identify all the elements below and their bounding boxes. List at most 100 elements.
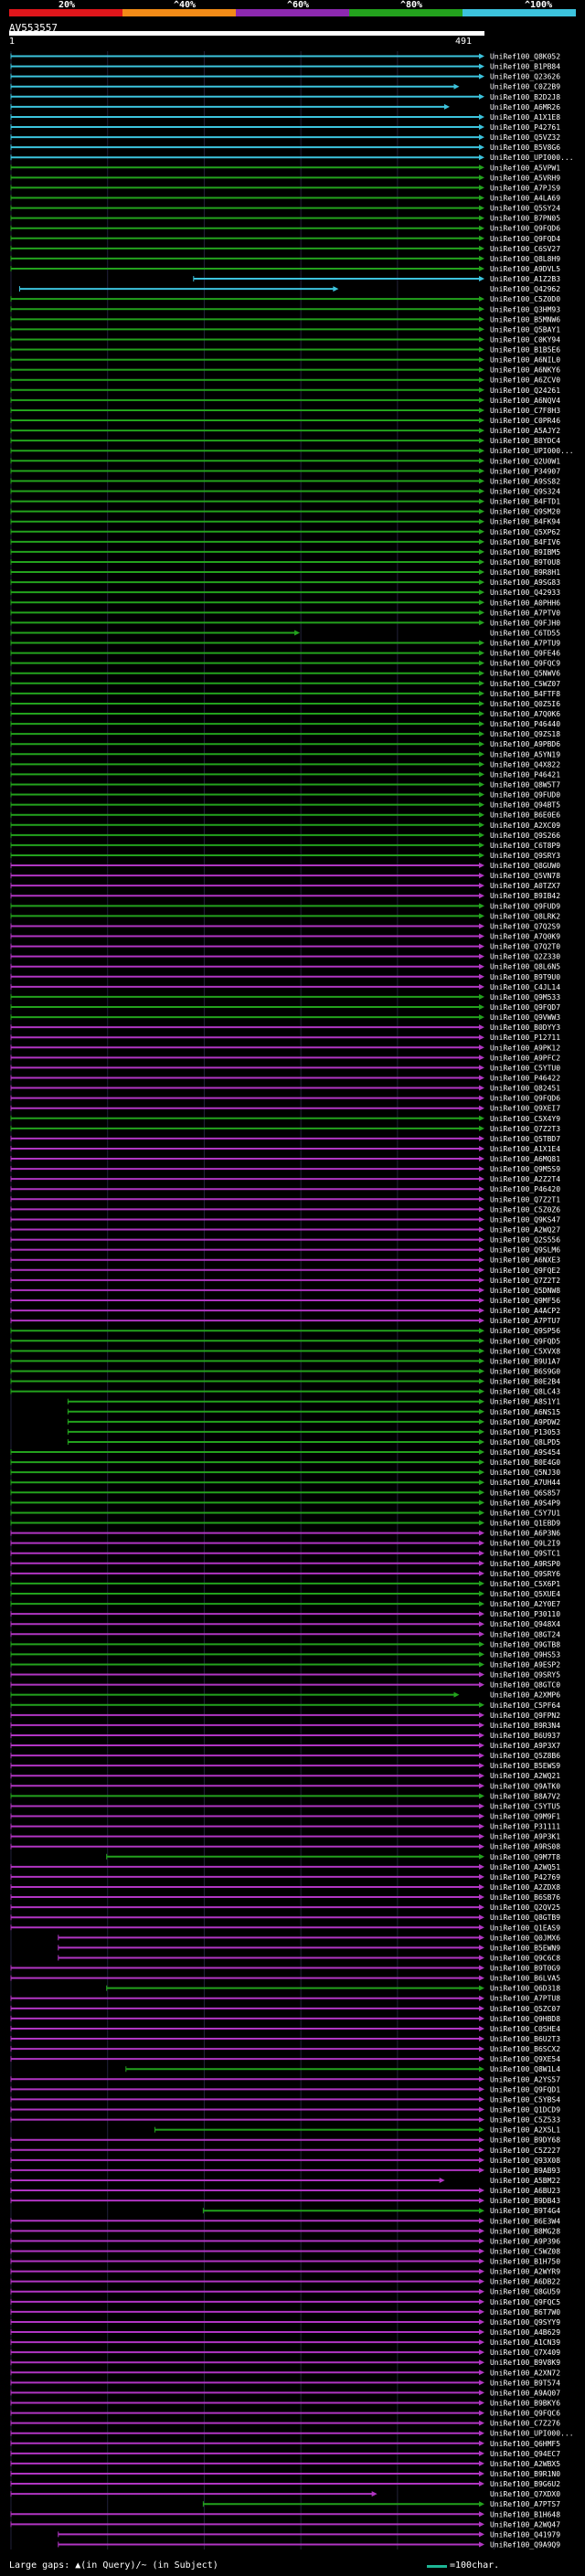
hit-row[interactable]: UniRef100_Q7Q2T0: [10, 943, 560, 951]
hit-row[interactable]: UniRef100_B9T0G9: [10, 1965, 560, 1973]
hit-id-link[interactable]: UniRef100_C5YBS4: [490, 2095, 560, 2104]
hit-row[interactable]: UniRef100_A7PTU8: [10, 1995, 560, 2003]
hit-row[interactable]: UniRef100_Q9SRY5: [10, 1671, 560, 1680]
hit-row[interactable]: UniRef100_C5YTU0: [10, 1064, 560, 1072]
hit-id-link[interactable]: UniRef100_A1X1E4: [490, 1145, 560, 1153]
hit-id-link[interactable]: UniRef100_A2XN72: [490, 2369, 560, 2377]
hit-id-link[interactable]: UniRef100_B6U2T3: [490, 2035, 560, 2043]
hit-id-link[interactable]: UniRef100_A6BU23: [490, 2187, 560, 2195]
hit-id-link[interactable]: UniRef100_A2X5L1: [490, 2126, 560, 2135]
hit-row[interactable]: UniRef100_A6MQ81: [10, 1155, 560, 1163]
hit-row[interactable]: UniRef100_Q948X4: [10, 1620, 560, 1628]
hit-id-link[interactable]: UniRef100_A4ACP2: [490, 1307, 560, 1315]
hit-row[interactable]: UniRef100_Q9HS53: [10, 1650, 560, 1659]
hit-id-link[interactable]: UniRef100_B6U937: [490, 1732, 560, 1740]
hit-id-link[interactable]: UniRef100_Q9XEI7: [490, 1105, 560, 1113]
hit-id-link[interactable]: UniRef100_A9DVL5: [490, 265, 560, 273]
hit-row[interactable]: UniRef100_Q1EBD9: [10, 1520, 560, 1528]
hit-row[interactable]: UniRef100_Q9S324: [10, 487, 560, 495]
hit-row[interactable]: UniRef100_A5AJY2: [10, 427, 560, 435]
hit-row[interactable]: UniRef100_C0KY94: [10, 335, 560, 344]
hit-id-link[interactable]: UniRef100_B5EWN9: [490, 1944, 560, 1952]
hit-id-link[interactable]: UniRef100_A6ZCV0: [490, 376, 560, 385]
hit-id-link[interactable]: UniRef100_B5EWS9: [490, 1762, 560, 1770]
hit-row[interactable]: UniRef100_Q5XUE4: [10, 1590, 560, 1598]
hit-id-link[interactable]: UniRef100_Q9MF56: [490, 1297, 560, 1305]
hit-row[interactable]: UniRef100_A0PHH6: [10, 599, 560, 607]
hit-id-link[interactable]: UniRef100_B9T0G9: [490, 1965, 560, 1973]
hit-row[interactable]: UniRef100_Q9SLM6: [10, 1246, 560, 1255]
hit-row[interactable]: UniRef100_Q7Q2S9: [10, 922, 560, 930]
hit-row[interactable]: UniRef100_A9PK12: [10, 1044, 560, 1052]
hit-id-link[interactable]: UniRef100_A1Z2B3: [490, 275, 560, 283]
hit-row[interactable]: UniRef100_C5XVX8: [10, 1347, 560, 1355]
hit-id-link[interactable]: UniRef100_Q7Z2T1: [490, 1195, 560, 1203]
hit-row[interactable]: UniRef100_B5V8G6: [10, 143, 560, 152]
hit-id-link[interactable]: UniRef100_P30110: [490, 1610, 560, 1618]
hit-row[interactable]: UniRef100_C0Z2B9: [10, 83, 560, 91]
hit-row[interactable]: UniRef100_A1Z2B3: [193, 275, 560, 283]
hit-id-link[interactable]: UniRef100_Q948X4: [490, 1620, 560, 1628]
hit-row[interactable]: UniRef100_P46420: [10, 1185, 560, 1193]
hit-row[interactable]: UniRef100_Q23626: [10, 73, 560, 81]
hit-row[interactable]: UniRef100_Q5DNW8: [10, 1287, 560, 1295]
hit-id-link[interactable]: UniRef100_A9S454: [490, 1448, 560, 1457]
hit-row[interactable]: UniRef100_Q1DCD9: [10, 2106, 560, 2115]
hit-row[interactable]: UniRef100_Q8L6N5: [10, 963, 560, 971]
hit-id-link[interactable]: UniRef100_Q9FE46: [490, 650, 560, 658]
hit-id-link[interactable]: UniRef100_B1H750: [490, 2258, 560, 2266]
hit-id-link[interactable]: UniRef100_A2XMP6: [490, 1691, 560, 1700]
hit-id-link[interactable]: UniRef100_Q8GTC0: [490, 1681, 560, 1690]
hit-row[interactable]: UniRef100_P46422: [10, 1074, 560, 1082]
hit-row[interactable]: UniRef100_C5X4Y9: [10, 1115, 560, 1123]
hit-row[interactable]: UniRef100_C5YTU5: [10, 1802, 560, 1810]
hit-row[interactable]: UniRef100_A2WQ47: [10, 2520, 560, 2528]
hit-id-link[interactable]: UniRef100_Q8L6N5: [490, 963, 560, 971]
hit-row[interactable]: UniRef100_C6SV27: [10, 245, 560, 253]
hit-id-link[interactable]: UniRef100_Q8K052: [490, 53, 560, 61]
hit-row[interactable]: UniRef100_Q8L8H9: [10, 255, 560, 263]
hit-row[interactable]: UniRef100_Q2QV25: [10, 1903, 560, 1912]
hit-row[interactable]: UniRef100_C5YBS4: [10, 2095, 560, 2104]
hit-row[interactable]: UniRef100_A2XN72: [10, 2369, 560, 2377]
hit-id-link[interactable]: UniRef100_A6NS15: [490, 1408, 560, 1416]
hit-id-link[interactable]: UniRef100_C6TD55: [490, 629, 560, 637]
hit-row[interactable]: UniRef100_A5BM22: [10, 2177, 560, 2185]
hit-id-link[interactable]: UniRef100_C5Z227: [490, 2147, 560, 2155]
hit-row[interactable]: UniRef100_B9DY68: [10, 2136, 560, 2145]
hit-id-link[interactable]: UniRef100_C5X4Y9: [490, 1115, 560, 1123]
hit-id-link[interactable]: UniRef100_Q94EC7: [490, 2450, 560, 2458]
hit-row[interactable]: UniRef100_Q2S556: [10, 1236, 560, 1245]
hit-id-link[interactable]: UniRef100_Q2S556: [490, 1236, 560, 1245]
hit-id-link[interactable]: UniRef100_Q9SYY9: [490, 2318, 560, 2327]
hit-row[interactable]: UniRef100_B6LVA5: [10, 1975, 560, 1983]
hit-row[interactable]: UniRef100_Q1EAS9: [10, 1924, 560, 1932]
hit-row[interactable]: UniRef100_A4ACP2: [10, 1307, 560, 1315]
hit-id-link[interactable]: UniRef100_Q2U0W1: [490, 457, 560, 465]
hit-id-link[interactable]: UniRef100_Q7XDX0: [490, 2490, 560, 2498]
hit-row[interactable]: UniRef100_Q8W5T7: [10, 780, 560, 789]
hit-row[interactable]: UniRef100_A1CN39: [10, 2338, 560, 2347]
hit-id-link[interactable]: UniRef100_Q9FQD6: [490, 225, 560, 233]
hit-row[interactable]: UniRef100_A6DB22: [10, 2278, 560, 2286]
hit-id-link[interactable]: UniRef100_Q5NJ30: [490, 1468, 560, 1477]
hit-id-link[interactable]: UniRef100_C5XVX8: [490, 1347, 560, 1355]
hit-id-link[interactable]: UniRef100_A2WQ21: [490, 1772, 560, 1780]
hit-id-link[interactable]: UniRef100_Q7Q2S9: [490, 922, 560, 930]
hit-row[interactable]: UniRef100_A0TZX7: [10, 882, 560, 890]
hit-row[interactable]: UniRef100_B6U2T3: [10, 2035, 560, 2043]
hit-row[interactable]: UniRef100_Q9XEI7: [10, 1105, 560, 1113]
hit-row[interactable]: UniRef100_Q93X08: [10, 2157, 560, 2165]
hit-id-link[interactable]: UniRef100_Q5DNW8: [490, 1287, 560, 1295]
hit-id-link[interactable]: UniRef100_Q9ZS18: [490, 730, 560, 738]
hit-id-link[interactable]: UniRef100_Q9M5S9: [490, 1165, 560, 1173]
hit-row[interactable]: UniRef100_A7PTS7: [202, 2500, 560, 2508]
hit-row[interactable]: UniRef100_Q8GTB9: [10, 1913, 560, 1922]
hit-row[interactable]: UniRef100_UPI000...: [10, 154, 574, 162]
hit-row[interactable]: UniRef100_C5Z0Z6: [10, 1205, 560, 1214]
hit-row[interactable]: UniRef100_C5WZ07: [10, 680, 560, 688]
hit-row[interactable]: UniRef100_P42769: [10, 1873, 560, 1882]
hit-id-link[interactable]: UniRef100_Q9VWW3: [490, 1013, 560, 1022]
hit-row[interactable]: UniRef100_A9PDW2: [67, 1418, 560, 1426]
hit-row[interactable]: UniRef100_B6SB76: [10, 1893, 560, 1902]
